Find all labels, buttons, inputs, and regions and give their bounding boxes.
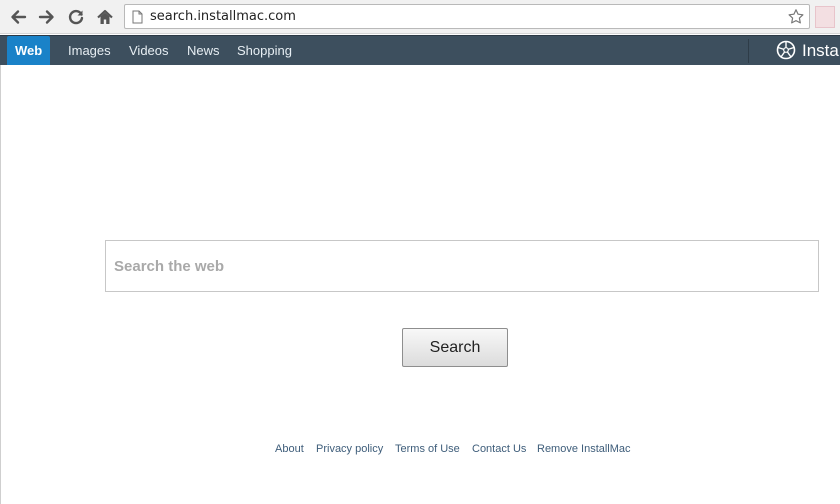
search-box[interactable] (105, 240, 819, 292)
footer-link-privacy-policy[interactable]: Privacy policy (316, 443, 383, 455)
nav-item-images[interactable]: Images (68, 36, 111, 65)
search-input[interactable] (106, 241, 818, 291)
back-arrow-icon[interactable] (6, 5, 30, 29)
home-icon[interactable] (93, 5, 117, 29)
footer: About Privacy policy Terms of Use Contac… (0, 443, 840, 459)
address-bar[interactable]: search.installmac.com (124, 4, 810, 29)
nav-item-videos[interactable]: Videos (129, 36, 169, 65)
nav-item-news[interactable]: News (187, 36, 220, 65)
footer-link-remove-installmac[interactable]: Remove InstallMac (537, 443, 631, 455)
footer-link-contact-us[interactable]: Contact Us (472, 443, 526, 455)
brand-logo[interactable]: Insta (776, 36, 839, 65)
site-navbar: Web Images Videos News Shopping Insta (0, 35, 840, 65)
forward-arrow-icon[interactable] (35, 5, 59, 29)
extension-icon[interactable] (815, 6, 835, 28)
browser-toolbar: search.installmac.com (0, 0, 840, 34)
nav-item-web[interactable]: Web (7, 36, 51, 65)
footer-link-terms-of-use[interactable]: Terms of Use (395, 443, 460, 455)
page-icon (132, 10, 143, 29)
reload-icon[interactable] (64, 5, 88, 29)
brand-name: Insta (802, 41, 839, 60)
nav-item-shopping[interactable]: Shopping (237, 36, 292, 65)
star-icon[interactable] (787, 8, 805, 31)
footer-link-about[interactable]: About (275, 443, 304, 455)
url-text: search.installmac.com (150, 9, 296, 24)
search-button[interactable]: Search (402, 328, 508, 367)
page-left-border (0, 65, 1, 504)
navbar-divider (748, 39, 749, 63)
aperture-logo-icon (776, 40, 796, 60)
